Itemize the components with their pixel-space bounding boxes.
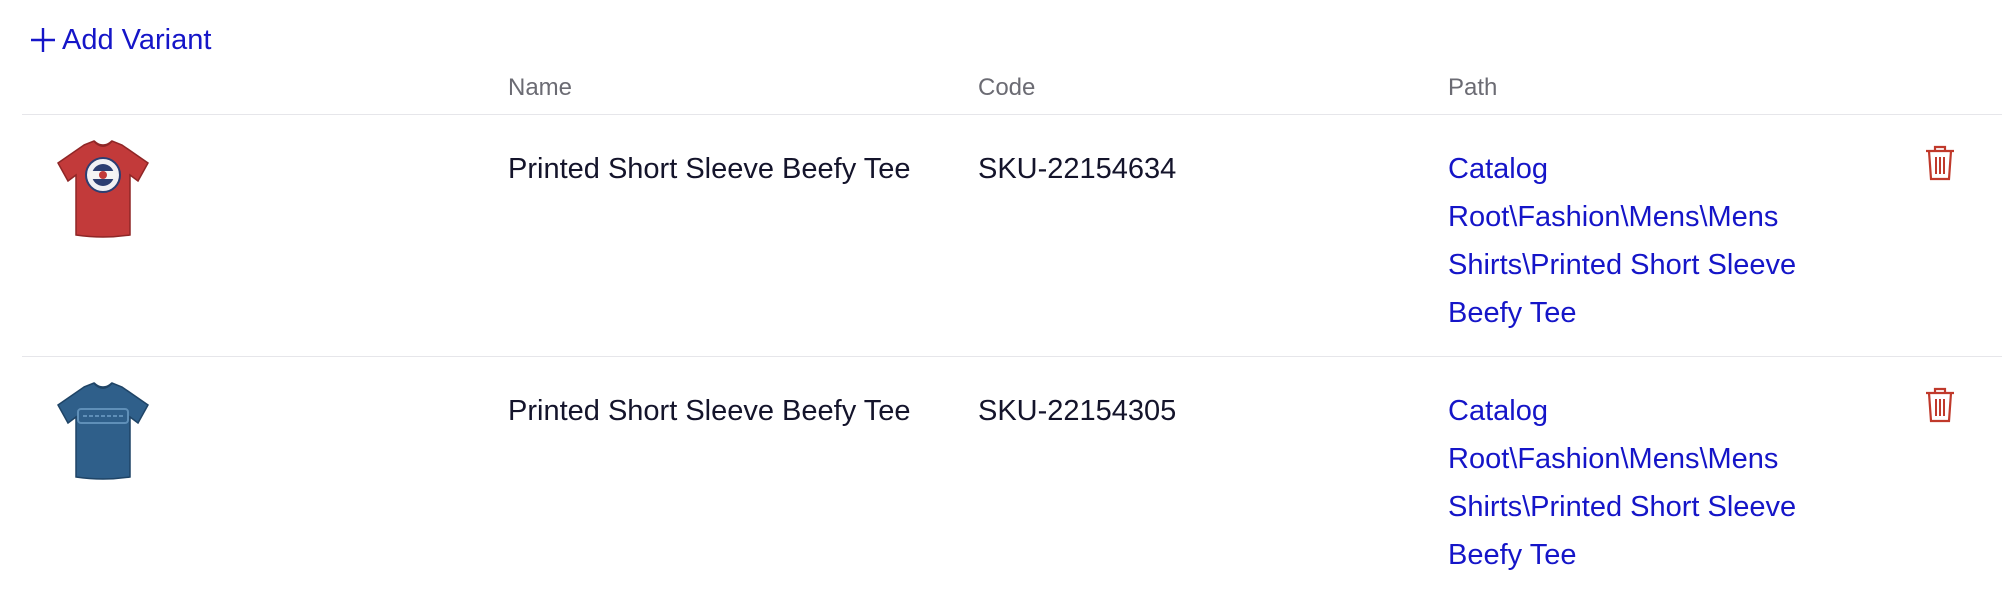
add-variant-label: Add Variant	[62, 23, 212, 56]
variant-name: Printed Short Sleeve Beefy Tee	[508, 395, 911, 427]
column-header-name[interactable]: Name	[508, 74, 572, 102]
variant-name: Printed Short Sleeve Beefy Tee	[508, 153, 911, 185]
path-line: Shirts\Printed Short Sleeve	[1448, 491, 1797, 523]
variant-path-link[interactable]: Catalog Root\Fashion\Mens\Mens Shirts\Pr…	[1448, 145, 1828, 337]
trash-icon	[1922, 387, 1958, 429]
path-line: Beefy Tee	[1448, 539, 1577, 571]
delete-variant-button[interactable]	[1922, 143, 1958, 183]
path-line: Shirts\Printed Short Sleeve	[1448, 249, 1797, 281]
path-line: Beefy Tee	[1448, 297, 1577, 329]
plus-icon	[28, 25, 58, 55]
table-header: Name Code Path	[22, 66, 2002, 115]
product-thumbnail[interactable]	[52, 379, 154, 481]
product-thumbnail[interactable]	[52, 137, 154, 239]
column-header-path[interactable]: Path	[1448, 74, 1497, 102]
add-variant-button[interactable]: Add Variant	[28, 18, 211, 62]
column-header-code[interactable]: Code	[978, 74, 1035, 102]
table-row[interactable]: Printed Short Sleeve Beefy Tee SKU-22154…	[22, 115, 2002, 357]
path-line: Catalog	[1448, 153, 1548, 185]
variant-code: SKU-22154305	[978, 395, 1177, 427]
variant-path-link[interactable]: Catalog Root\Fashion\Mens\Mens Shirts\Pr…	[1448, 387, 1828, 579]
path-line: Root\Fashion\Mens\Mens	[1448, 443, 1779, 475]
path-line: Root\Fashion\Mens\Mens	[1448, 201, 1779, 233]
delete-variant-button[interactable]	[1922, 385, 1958, 425]
trash-icon	[1922, 145, 1958, 187]
table-row[interactable]: Printed Short Sleeve Beefy Tee SKU-22154…	[22, 357, 2002, 604]
variant-code: SKU-22154634	[978, 153, 1177, 185]
path-line: Catalog	[1448, 395, 1548, 427]
